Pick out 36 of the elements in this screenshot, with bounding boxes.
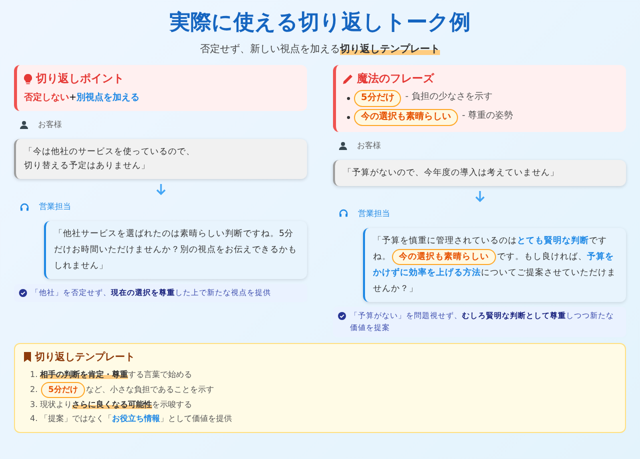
speaker-label: お客様 (357, 140, 381, 152)
template-step: 4. 「提案」ではなく「お役立ち情報」として価値を提供 (30, 412, 616, 426)
template-title: 切り返しテンプレート (35, 350, 135, 364)
speaker-label: お客様 (38, 119, 62, 131)
agent-quote: 「他社サービスを選ばれたのは素晴らしい判断ですね。5分だけお時間いただけませんか？別の視点をお伝えできるかもしれません」 (44, 221, 307, 279)
speaker-label: 営業担当 (358, 208, 390, 220)
bullet-icon (347, 96, 350, 100)
tip-title: 切り返しポイント (36, 71, 124, 87)
arrow-down-icon (474, 190, 484, 202)
bookmark-icon (24, 352, 31, 362)
tip-title: 魔法のフレーズ (357, 71, 434, 87)
phrase-tag: 5分だけ (354, 90, 402, 106)
point-text: 否定しない+別視点を加える (24, 92, 141, 104)
speaker-label: 営業担当 (39, 201, 71, 213)
template-step: 3. 現状より さらに良くなる可能性を示唆する (30, 398, 616, 412)
agent-quote: 「予算を慎重に管理されているのは とても賢明な判断ですね。 今の選択も素晴らしい です。もし良ければ、予算をかけずに効率を上げる方法についてご提案させていただけませんか？」 (363, 228, 626, 302)
template-step: 2. 5分だけ など、小さな負担であることを示す (30, 382, 616, 398)
customer-quote-line: 「予算がないので、今年度の導入は考えていません」 (343, 166, 559, 180)
page-title: 実際に使える切り返しトーク例 (168, 9, 472, 36)
arrow-down-icon (156, 184, 166, 196)
bullet-icon (347, 116, 350, 118)
phrase-note: - 尊重の姿勢 (462, 110, 514, 124)
lightbulb-icon (24, 74, 32, 85)
template-step: 1. 相手の判断を肯定・尊重する言葉で始める (30, 368, 616, 382)
person-icon (20, 121, 28, 129)
check-icon (338, 312, 346, 320)
customer-quote-line: 「今は他社のサービスを使っているので、 (24, 146, 195, 159)
customer-quote-line: 切り替える予定はありません」 (24, 160, 150, 173)
headset-icon (339, 209, 348, 218)
check-icon (19, 289, 27, 297)
pencil-icon (343, 74, 353, 84)
person-icon (339, 142, 347, 150)
subtitle: 否定せず、新しい視点を加える切り返しテンプレート (199, 42, 441, 57)
phrase-note: - 負担の少なさを示す (405, 91, 492, 104)
headset-icon (20, 202, 29, 212)
phrase-tag: 今の選択も素晴らしい (354, 108, 458, 126)
